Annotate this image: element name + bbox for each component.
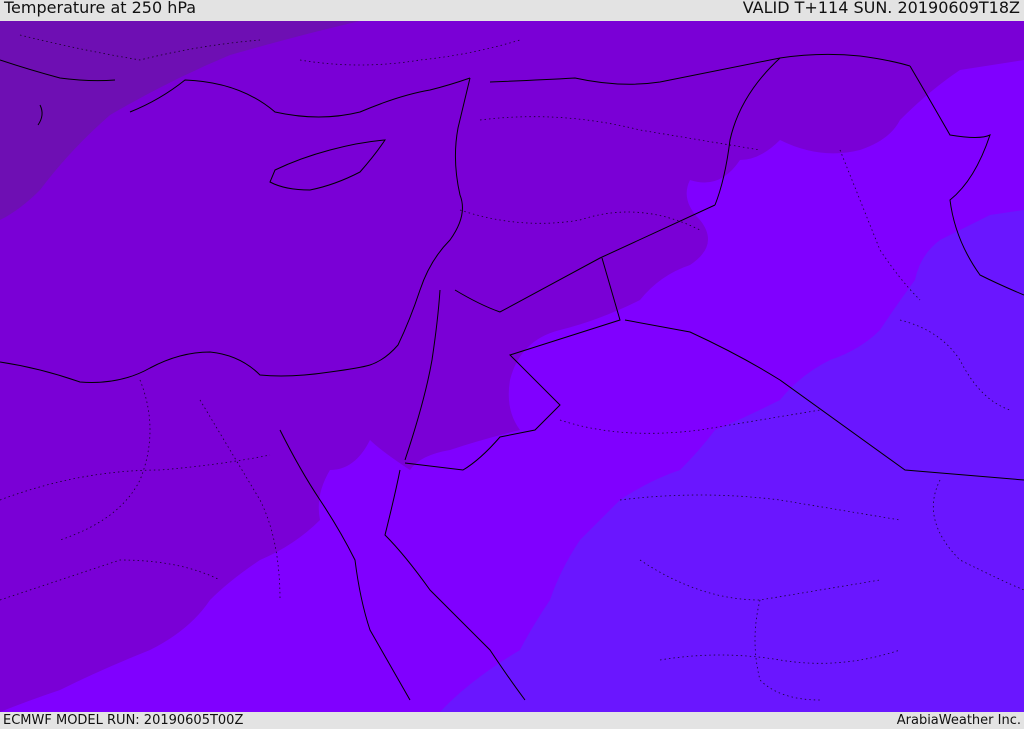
model-run: ECMWF MODEL RUN: 20190605T00Z: [3, 713, 244, 728]
credit: ArabiaWeather Inc.: [896, 713, 1021, 728]
map-title: Temperature at 250 hPa: [4, 0, 197, 17]
map-canvas: [0, 21, 1024, 712]
map-footer: ECMWF MODEL RUN: 20190605T00Z ArabiaWeat…: [0, 712, 1024, 729]
valid-time: VALID T+114 SUN. 20190609T18Z: [742, 0, 1020, 17]
temperature-map: [0, 21, 1024, 712]
map-header: Temperature at 250 hPa VALID T+114 SUN. …: [0, 0, 1024, 21]
